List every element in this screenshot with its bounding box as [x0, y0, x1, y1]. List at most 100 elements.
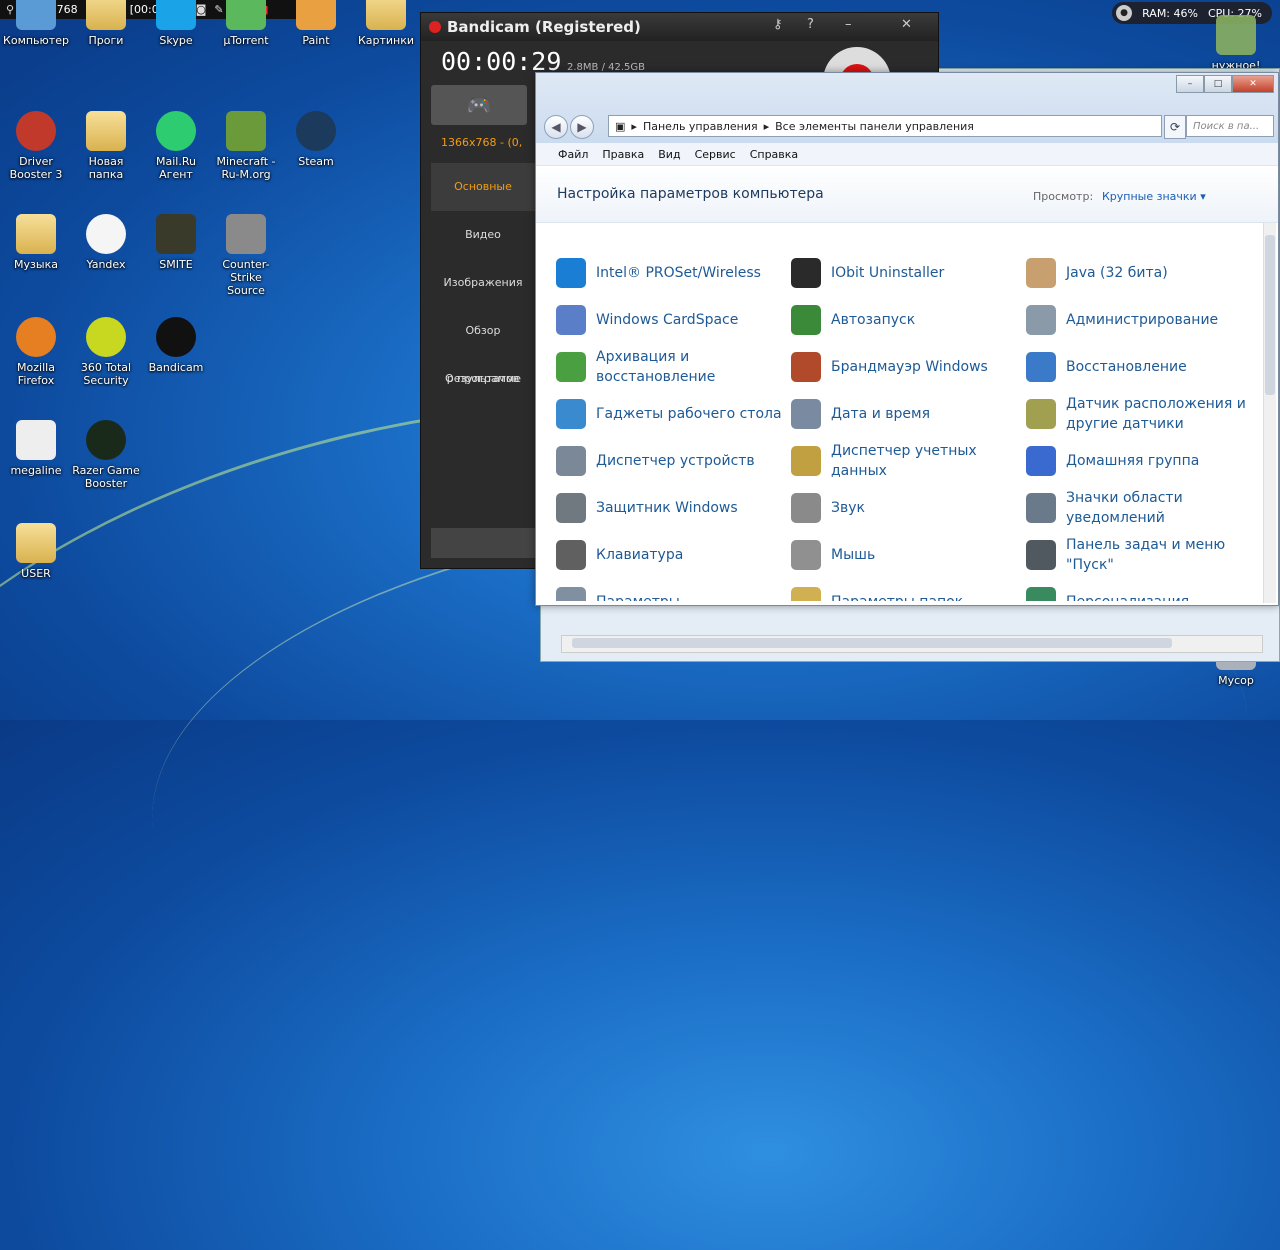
desktop-icon[interactable]: Компьютер [0, 0, 72, 47]
desktop-icon[interactable]: Mozilla Firefox [0, 317, 72, 387]
desktop-icon[interactable]: Bandicam [140, 317, 212, 374]
desktop-icon[interactable]: нужное! [1200, 15, 1272, 72]
menu-item-results[interactable]: Обзор результатов [431, 307, 535, 385]
desktop-icon[interactable]: Driver Booster 3 [0, 111, 72, 181]
menu-item-images[interactable]: Изображения [431, 259, 535, 307]
maximize-button[interactable]: □ [1204, 75, 1232, 93]
desktop-icon-label: Компьютер [3, 34, 69, 47]
menu-tools[interactable]: Сервис [695, 148, 736, 161]
menu-item-video[interactable]: Видео [431, 211, 535, 259]
control-panel-item[interactable]: Мышь [791, 533, 1021, 577]
control-panel-item-label: Дата и время [831, 406, 930, 422]
breadcrumb-arrow-icon: ▸ [763, 119, 770, 133]
menu-item-general[interactable]: Основные [431, 163, 535, 211]
control-panel-item[interactable]: Параметры [556, 580, 786, 601]
control-panel-item[interactable]: Архивация и восстановление [556, 345, 786, 389]
app-icon [86, 214, 126, 254]
minimize-icon[interactable]: – [845, 17, 852, 32]
taskbar-icon [1026, 540, 1056, 570]
gadgets-icon [556, 399, 586, 429]
control-panel-item[interactable]: Датчик расположения и другие датчики [1026, 392, 1256, 436]
breadcrumb-control-panel[interactable]: Панель управления [643, 120, 758, 133]
desktop-icon[interactable]: Mail.Ru Агент [140, 111, 212, 181]
refresh-button[interactable]: ⟳ [1164, 115, 1186, 139]
search-input[interactable]: Поиск в па... [1186, 115, 1274, 137]
control-panel-item[interactable]: Автозапуск [791, 298, 1021, 342]
control-panel-item[interactable]: Диспетчер устройств [556, 439, 786, 483]
app-icon [86, 111, 126, 151]
desktop-icon-label: Музыка [14, 258, 58, 271]
menu-file[interactable]: Файл [558, 148, 588, 161]
menu-edit[interactable]: Правка [602, 148, 644, 161]
control-panel-item-label: Восстановление [1066, 359, 1187, 375]
desktop-icon[interactable]: 360 Total Security [70, 317, 142, 387]
desktop-icon[interactable]: Counter-Strike Source [210, 214, 282, 297]
minimize-button[interactable]: – [1176, 75, 1204, 93]
control-panel-item[interactable]: Intel® PROSet/Wireless [556, 251, 786, 295]
control-panel-item[interactable]: Windows CardSpace [556, 298, 786, 342]
control-panel-window[interactable]: – □ ✕ ◀ ▶ ▣ ▸ Панель управления ▸ Все эл… [535, 72, 1279, 606]
control-panel-item-label: Параметры папок [831, 592, 963, 601]
desktop-icon[interactable]: USER [0, 523, 72, 580]
bandicam-titlebar[interactable]: Bandicam (Registered) [421, 13, 938, 41]
control-panel-item[interactable]: Java (32 бита) [1026, 251, 1256, 295]
keyboard-icon [556, 540, 586, 570]
java-icon [1026, 258, 1056, 288]
clock-icon [791, 399, 821, 429]
control-panel-item[interactable]: Защитник Windows [556, 486, 786, 530]
desktop-icon[interactable]: µTorrent [210, 0, 282, 47]
control-panel-item[interactable]: Значки области уведомлений [1026, 486, 1256, 530]
help-icon[interactable]: ? [807, 17, 814, 32]
desktop-icon[interactable]: Новая папка [70, 111, 142, 181]
desktop-icon[interactable]: Steam [280, 111, 352, 168]
desktop-icon[interactable]: Картинки [350, 0, 422, 47]
desktop-icon-label: µTorrent [223, 34, 269, 47]
control-panel-item[interactable]: Дата и время [791, 392, 1021, 436]
control-panel-item[interactable]: Восстановление [1026, 345, 1256, 389]
menu-view[interactable]: Вид [658, 148, 680, 161]
key-icon[interactable]: ⚷ [773, 17, 783, 32]
close-icon[interactable]: ✕ [901, 17, 912, 32]
address-bar[interactable]: ▣ ▸ Панель управления ▸ Все элементы пан… [608, 115, 1162, 137]
desktop-icon[interactable]: Yandex [70, 214, 142, 271]
control-panel-item[interactable]: Персонализация [1026, 580, 1256, 601]
control-panel-item[interactable]: Администрирование [1026, 298, 1256, 342]
desktop-icon[interactable]: Razer Game Booster [70, 420, 142, 490]
menu-item-about[interactable]: О программе [431, 355, 535, 403]
desktop-icon[interactable]: Skype [140, 0, 212, 47]
vertical-scrollbar[interactable] [1263, 223, 1276, 603]
control-panel-item[interactable]: Домашняя группа [1026, 439, 1256, 483]
control-panel-frame [536, 73, 1278, 151]
menu-help[interactable]: Справка [750, 148, 798, 161]
control-panel-item-label: Панель задач и меню "Пуск" [1066, 537, 1226, 573]
desktop-icon[interactable]: megaline [0, 420, 72, 477]
view-mode-dropdown[interactable]: Крупные значки ▾ [1102, 190, 1206, 203]
desktop-icon[interactable]: SMITE [140, 214, 212, 271]
gamepad-icon[interactable]: 🎮 [431, 85, 527, 125]
control-panel-item[interactable]: Диспетчер учетных данных [791, 439, 1021, 483]
control-panel-item[interactable]: IObit Uninstaller [791, 251, 1021, 295]
desktop-icon[interactable]: Музыка [0, 214, 72, 271]
desktop-icon[interactable]: Paint [280, 0, 352, 47]
desktop-icon-label: megaline [10, 464, 62, 477]
tray-icons-icon [1026, 493, 1056, 523]
control-panel-item[interactable]: Панель задач и меню "Пуск" [1026, 533, 1256, 577]
control-panel-item-label: Windows CardSpace [596, 312, 739, 328]
control-panel-item[interactable]: Параметры папок [791, 580, 1021, 601]
app-icon [156, 317, 196, 357]
control-panel-item[interactable]: Клавиатура [556, 533, 786, 577]
close-button[interactable]: ✕ [1232, 75, 1274, 93]
breadcrumb-all-items[interactable]: Все элементы панели управления [775, 120, 974, 133]
homegroup-icon [1026, 446, 1056, 476]
control-panel-item-label: IObit Uninstaller [831, 265, 945, 281]
desktop-icon-label: Проги [88, 34, 124, 47]
horizontal-scrollbar[interactable] [561, 635, 1263, 653]
control-panel-item[interactable]: Брандмауэр Windows [791, 345, 1021, 389]
control-panel-item[interactable]: Гаджеты рабочего стола [556, 392, 786, 436]
control-panel-item[interactable]: Звук [791, 486, 1021, 530]
desktop-icon[interactable]: Проги [70, 0, 142, 47]
app-icon [86, 0, 126, 30]
back-button[interactable]: ◀ [544, 115, 568, 139]
forward-button[interactable]: ▶ [570, 115, 594, 139]
desktop-icon[interactable]: Minecraft - Ru-M.org [210, 111, 282, 181]
